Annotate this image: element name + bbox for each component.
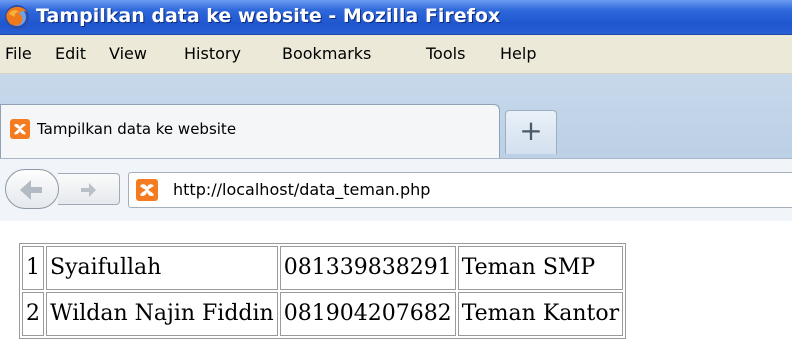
menu-view[interactable]: View (109, 44, 147, 63)
table-row: 1 Syaifullah 081339838291 Teman SMP (22, 246, 624, 290)
menu-edit[interactable]: Edit (55, 44, 86, 63)
xampp-icon (10, 119, 30, 139)
xampp-icon[interactable] (136, 179, 158, 201)
table-row: 2 Wildan Najin Fiddin 081904207682 Teman… (22, 292, 624, 336)
row-number-cell: 1 (22, 246, 44, 290)
tab-active[interactable]: Tampilkan data ke website (0, 104, 500, 158)
url-text: http://localhost/data_teman.php (173, 180, 431, 199)
menu-bookmarks[interactable]: Bookmarks (282, 44, 371, 63)
category-cell: Teman Kantor (457, 292, 624, 336)
window-title: Tampilkan data ke website - Mozilla Fire… (36, 5, 501, 27)
phone-cell: 081904207682 (279, 292, 456, 336)
new-tab-button[interactable]: + (505, 110, 557, 154)
firefox-icon (5, 5, 29, 29)
tab-label: Tampilkan data ke website (37, 120, 237, 138)
phone-cell: 081339838291 (279, 246, 456, 290)
back-arrow-icon (20, 180, 42, 200)
menu-help[interactable]: Help (500, 44, 536, 63)
forward-arrow-icon (81, 183, 96, 197)
menu-file[interactable]: File (5, 44, 32, 63)
menu-tools[interactable]: Tools (426, 44, 465, 63)
window-title-bar[interactable]: Tampilkan data ke website - Mozilla Fire… (0, 0, 792, 35)
menu-history[interactable]: History (184, 44, 241, 63)
friends-table: 1 Syaifullah 081339838291 Teman SMP 2 Wi… (19, 243, 627, 339)
back-button[interactable] (5, 169, 59, 209)
category-cell: Teman SMP (457, 246, 624, 290)
name-cell: Syaifullah (46, 246, 278, 290)
menu-bar: File Edit View History Bookmarks Tools H… (0, 35, 792, 74)
navigation-toolbar: http://localhost/data_teman.php (0, 158, 792, 222)
page-content: 1 Syaifullah 081339838291 Teman SMP 2 Wi… (0, 221, 792, 349)
forward-button[interactable] (58, 173, 120, 205)
name-cell: Wildan Najin Fiddin (46, 292, 278, 336)
plus-icon: + (519, 114, 543, 147)
url-bar[interactable]: http://localhost/data_teman.php (128, 172, 792, 208)
row-number-cell: 2 (22, 292, 44, 336)
